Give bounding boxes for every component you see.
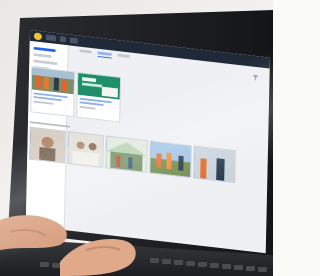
left-hand <box>0 215 67 250</box>
right-hand <box>60 238 136 276</box>
photo-scene <box>0 0 273 276</box>
hands-overlay <box>0 215 136 276</box>
